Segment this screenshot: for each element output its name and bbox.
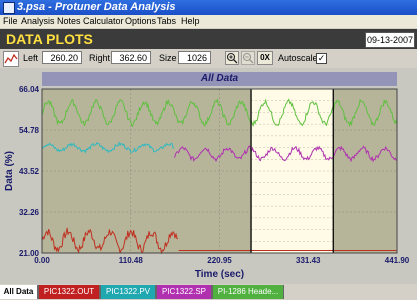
- zoom-out-icon: [242, 52, 254, 64]
- y-tick-label: 32.26: [19, 208, 40, 217]
- x-tick-label: 0.00: [34, 256, 50, 265]
- x-axis-label: Time (sec): [195, 269, 244, 280]
- tab-pic1322-out[interactable]: PIC1322.OUT: [38, 285, 100, 299]
- right-label: Right: [89, 53, 111, 63]
- tab-all-data[interactable]: All Data: [0, 285, 38, 299]
- zoom-in-icon: [226, 52, 238, 64]
- menu-analysis[interactable]: Analysis: [21, 15, 55, 28]
- data-plots-header: DATA PLOTS 09-13-2007: [0, 29, 417, 49]
- data-plot-chart[interactable]: 21.0032.2643.5254.7866.040.00 110.48 220.9…: [0, 68, 417, 284]
- tab-pic1322-sp[interactable]: PIC1322.SP: [156, 285, 212, 299]
- tab-pi1286-header[interactable]: PI-1286 Heade...: [212, 285, 284, 299]
- size-field[interactable]: 1026: [178, 51, 211, 64]
- reset-zoom-button[interactable]: 0X: [257, 51, 273, 65]
- menu-notes[interactable]: Notes: [57, 15, 81, 28]
- left-field[interactable]: 260.20: [42, 51, 82, 64]
- y-tick-label: 66.04: [19, 85, 40, 94]
- x-tick-label: 331.43: [296, 256, 321, 265]
- title-bar: 3.psa - Protuner Data Analysis: [0, 0, 417, 15]
- x-tick-label: 110.48: [119, 256, 144, 265]
- menu-calculator[interactable]: Calculator: [83, 15, 124, 28]
- app-icon: [3, 2, 15, 14]
- size-label: Size: [159, 53, 177, 63]
- toolbar: Left 260.20 Right 362.60 Size 1026 0X Au…: [0, 49, 417, 68]
- tab-pic1322-pv[interactable]: PIC1322.PV: [100, 285, 156, 299]
- series-tabs: All Data PIC1322.OUT PIC1322.PV PIC1322.…: [0, 284, 417, 300]
- autoscale-checkbox[interactable]: ✓: [316, 53, 327, 64]
- menu-bar: File Analysis Notes Calculator Options T…: [0, 15, 417, 28]
- window-title: 3.psa - Protuner Data Analysis: [17, 1, 176, 13]
- menu-file[interactable]: File: [3, 15, 18, 28]
- page-title: DATA PLOTS: [6, 31, 93, 47]
- y-tick-label: 43.52: [19, 167, 40, 176]
- x-tick-label: 441.90: [385, 256, 410, 265]
- date-display: 09-13-2007: [365, 32, 415, 48]
- menu-tabs[interactable]: Tabs: [157, 15, 176, 28]
- y-axis-label: Data (%): [4, 151, 15, 191]
- menu-options[interactable]: Options: [125, 15, 156, 28]
- left-label: Left: [23, 53, 39, 63]
- menu-help[interactable]: Help: [181, 15, 200, 28]
- x-tick-label: 220.95: [207, 256, 232, 265]
- y-tick-label: 54.78: [19, 126, 40, 135]
- chart-icon[interactable]: [3, 51, 19, 67]
- zoom-out-button[interactable]: [241, 51, 255, 65]
- right-field[interactable]: 362.60: [111, 51, 151, 64]
- autoscale-label: Autoscale: [278, 53, 318, 63]
- zoom-in-button[interactable]: [225, 51, 239, 65]
